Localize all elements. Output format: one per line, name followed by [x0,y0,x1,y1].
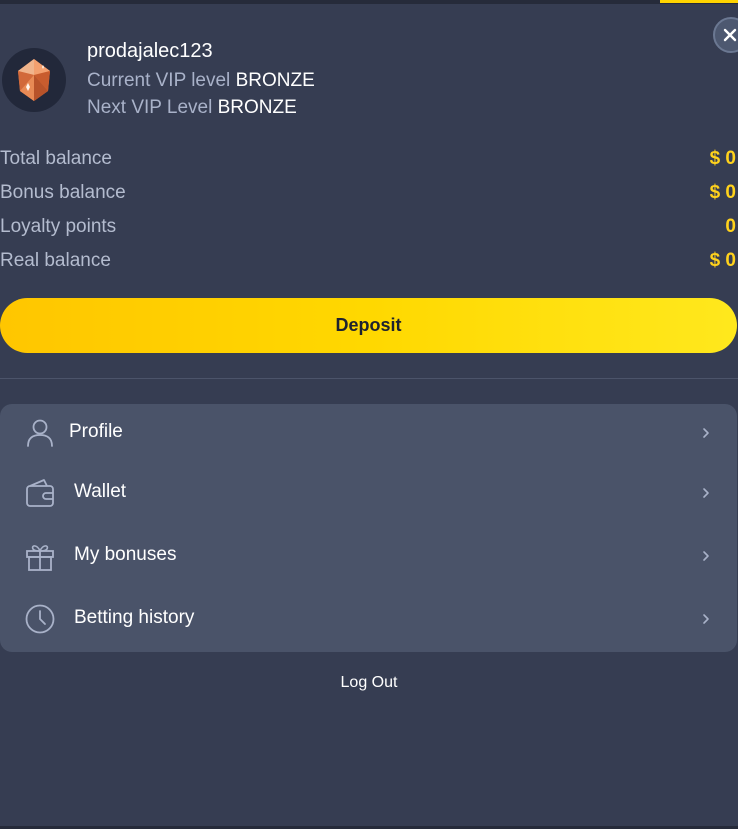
current-vip-value: BRONZE [235,70,315,91]
orange-gem-icon [18,59,50,101]
menu-label-betting-history: Betting history [74,607,195,628]
gift-icon [26,545,54,571]
menu-label-wallet: Wallet [74,481,127,502]
account-panel: prodajalec123 Current VIP level BRONZE N… [0,0,738,829]
menu-label-my-bonuses: My bonuses [74,544,177,565]
top-strip [0,0,738,4]
menu-item-profile[interactable]: Profile [0,404,737,462]
chevron-right-icon [703,551,709,561]
chevron-right-icon [703,428,709,438]
menu-label-profile: Profile [69,421,123,442]
deposit-button[interactable]: Deposit [0,298,737,353]
current-vip-label: Current VIP level [87,70,231,91]
top-accent-bar [660,0,738,3]
avatar [2,48,66,112]
wallet-icon [26,479,54,507]
menu-item-my-bonuses[interactable]: My bonuses [0,527,737,585]
username: prodajalec123 [87,40,213,62]
divider [0,378,738,379]
loyalty-points-label: Loyalty points [0,216,117,237]
bonus-balance-row: Bonus balance $ 0 [0,182,738,206]
current-vip-level: Current VIP level BRONZE [87,70,315,92]
account-menu: Profile Wallet My bonuses Betting histor… [0,404,737,652]
next-vip-level: Next VIP Level BRONZE [87,97,297,119]
real-balance-label: Real balance [0,250,111,271]
clock-icon [25,604,55,634]
close-icon [723,28,737,42]
real-balance-value: $ 0 [709,250,736,271]
next-vip-label: Next VIP Level [87,97,213,118]
bonus-balance-label: Bonus balance [0,182,126,203]
total-balance-row: Total balance $ 0 [0,148,738,172]
next-vip-value: BRONZE [217,97,297,118]
total-balance-value: $ 0 [709,148,736,169]
menu-item-wallet[interactable]: Wallet [0,464,737,522]
chevron-right-icon [703,488,709,498]
real-balance-row: Real balance $ 0 [0,250,738,274]
logout-button[interactable]: Log Out [0,674,738,692]
close-button[interactable] [713,17,738,53]
menu-item-betting-history[interactable]: Betting history [0,590,737,648]
user-icon [27,419,53,447]
total-balance-label: Total balance [0,148,112,169]
chevron-right-icon [703,614,709,624]
bonus-balance-value: $ 0 [709,182,736,203]
loyalty-points-value: 0 [725,216,736,237]
loyalty-points-row: Loyalty points 0 [0,216,738,240]
